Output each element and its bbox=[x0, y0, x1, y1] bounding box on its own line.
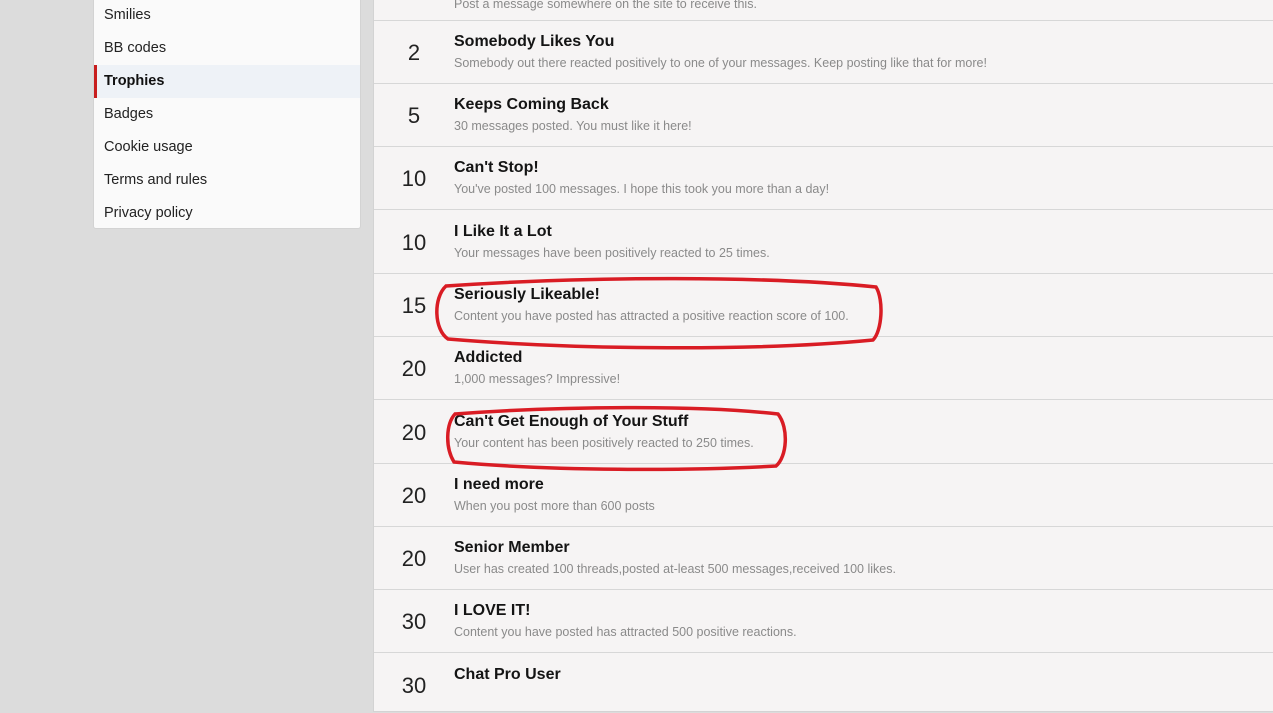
trophy-description: 30 messages posted. You must like it her… bbox=[454, 119, 692, 133]
trophy-description: 1,000 messages? Impressive! bbox=[454, 372, 621, 386]
trophy-points: 2 bbox=[407, 40, 421, 65]
trophy-description: User has created 100 threads,posted at-l… bbox=[454, 562, 896, 576]
trophy-row-partial: Post a message somewhere on the site to … bbox=[374, 0, 1273, 21]
trophy-row: 20 Can't Get Enough of Your Stuff Your c… bbox=[374, 401, 1273, 464]
trophy-points: 20 bbox=[401, 356, 427, 381]
trophy-description: Somebody out there reacted positively to… bbox=[454, 56, 987, 70]
trophy-description: Your messages have been positively react… bbox=[454, 246, 770, 260]
trophy-title: Senior Member bbox=[454, 539, 570, 556]
trophy-points: 20 bbox=[401, 483, 427, 508]
trophy-description: You've posted 100 messages. I hope this … bbox=[454, 182, 830, 196]
trophy-row: 10 Can't Stop! You've posted 100 message… bbox=[374, 147, 1273, 210]
sidebar-item-terms-and-rules[interactable]: Terms and rules bbox=[94, 164, 360, 197]
sidebar-item-cookie-usage[interactable]: Cookie usage bbox=[94, 131, 360, 164]
trophy-title: I LOVE IT! bbox=[454, 602, 531, 619]
trophy-description: Post a message somewhere on the site to … bbox=[454, 0, 757, 11]
trophy-title: Can't Stop! bbox=[454, 159, 539, 176]
trophy-title: Addicted bbox=[454, 349, 523, 366]
trophy-row: 20 Senior Member User has created 100 th… bbox=[374, 527, 1273, 590]
sidebar-item-privacy-policy[interactable]: Privacy policy bbox=[94, 197, 360, 230]
trophy-row: 30 I LOVE IT! Content you have posted ha… bbox=[374, 590, 1273, 653]
trophy-description: Content you have posted has attracted 50… bbox=[454, 625, 797, 639]
trophy-title: Seriously Likeable! bbox=[454, 286, 600, 303]
trophy-points: 10 bbox=[401, 230, 427, 255]
trophy-points: 20 bbox=[401, 546, 427, 571]
sidebar-item-badges[interactable]: Badges bbox=[94, 98, 360, 131]
sidebar-item-trophies[interactable]: Trophies bbox=[94, 65, 360, 98]
trophy-points: 10 bbox=[401, 166, 427, 191]
trophy-row: 2 Somebody Likes You Somebody out there … bbox=[374, 21, 1273, 84]
trophy-row: 20 Addicted 1,000 messages? Impressive! bbox=[374, 337, 1273, 400]
trophy-title: Somebody Likes You bbox=[454, 33, 615, 50]
trophy-title: I Like It a Lot bbox=[454, 223, 552, 240]
trophy-points: 5 bbox=[407, 103, 421, 128]
trophy-list: Post a message somewhere on the site to … bbox=[373, 0, 1273, 712]
trophy-row: 20 I need more When you post more than 6… bbox=[374, 464, 1273, 527]
trophy-title: Chat Pro User bbox=[454, 666, 561, 683]
trophy-row: 15 Seriously Likeable! Content you have … bbox=[374, 274, 1273, 337]
trophy-title: I need more bbox=[454, 476, 544, 493]
trophy-description: When you post more than 600 posts bbox=[454, 499, 655, 513]
sidebar-item-bb-codes[interactable]: BB codes bbox=[94, 32, 360, 65]
trophy-title: Can't Get Enough of Your Stuff bbox=[454, 413, 689, 430]
trophy-points: 15 bbox=[401, 293, 427, 318]
trophy-points: 30 bbox=[401, 609, 427, 634]
trophy-title: Keeps Coming Back bbox=[454, 96, 609, 113]
sidebar-item-smilies[interactable]: Smilies bbox=[94, 0, 360, 32]
trophy-description: Your content has been positively reacted… bbox=[454, 436, 754, 450]
trophy-row: 5 Keeps Coming Back 30 messages posted. … bbox=[374, 84, 1273, 147]
trophy-description: Content you have posted has attracted a … bbox=[454, 309, 849, 323]
trophy-points: 30 bbox=[401, 673, 427, 698]
help-sidebar: Smilies BB codes Trophies Badges Cookie … bbox=[93, 0, 361, 229]
trophy-row: 10 I Like It a Lot Your messages have be… bbox=[374, 211, 1273, 274]
trophy-row: 30 Chat Pro User bbox=[374, 654, 1273, 711]
trophy-points: 20 bbox=[401, 420, 427, 445]
